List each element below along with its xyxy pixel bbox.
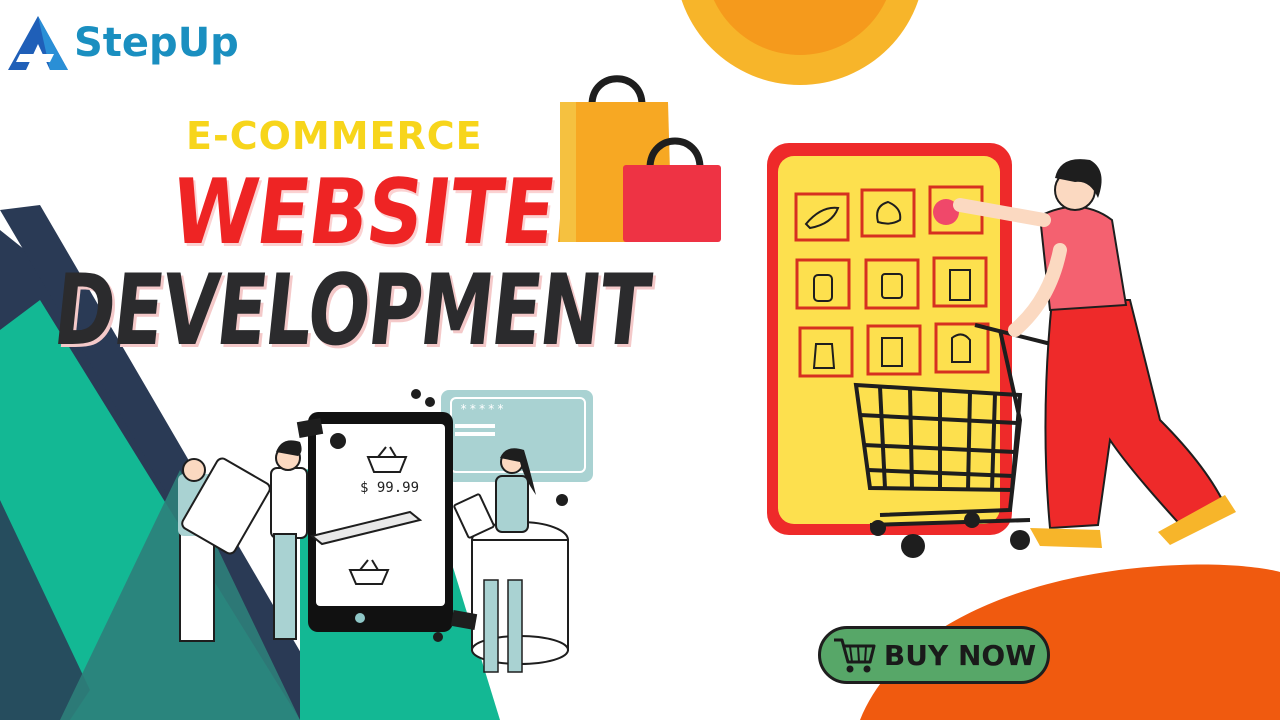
headline-line2: DEVELOPMENT — [48, 254, 655, 368]
password-mask-text: ***** — [460, 402, 507, 416]
brand-name: StepUp — [74, 20, 239, 66]
headline-eyebrow: E-COMMERCE — [186, 114, 483, 158]
phone-price-text: $ 99.99 — [360, 480, 420, 496]
buy-now-button[interactable]: BUY NOW — [818, 626, 1050, 684]
brand-logo[interactable]: StepUp — [6, 14, 239, 72]
triangle-arrow-logo-icon — [8, 16, 68, 70]
shopping-cart-icon — [833, 638, 876, 673]
top-sun-shape — [681, 0, 919, 85]
headline-line1: WEBSITE — [166, 160, 561, 265]
shopping-bags-icon — [558, 75, 721, 242]
buy-now-label: BUY NOW — [883, 638, 1037, 672]
